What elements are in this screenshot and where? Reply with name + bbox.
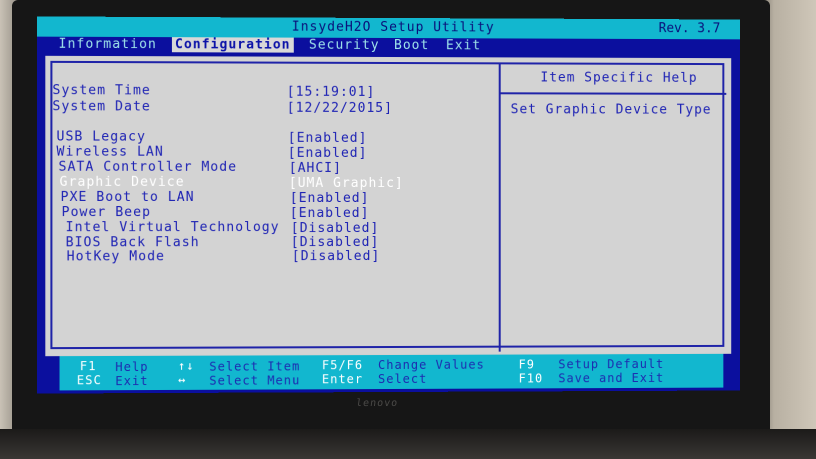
setting-label-intel-vt: Intel Virtual Technology — [65, 220, 280, 236]
setting-label-bios-back-flash: BIOS Back Flash — [65, 235, 200, 251]
menu-security[interactable]: Security — [306, 38, 383, 53]
menu-boot[interactable]: Boot — [391, 38, 432, 53]
setting-value-pxe-boot[interactable]: [Enabled] — [290, 191, 370, 206]
menu-information[interactable]: Information — [55, 37, 159, 52]
key-legend-bar: F1 Help ESC Exit ↑↓ Select Item ↔ Select… — [59, 353, 724, 391]
setting-label-graphic-device: Graphic Device — [59, 174, 185, 190]
key-enter-desc: Select — [377, 371, 428, 387]
setting-value-wireless-lan[interactable]: [Enabled] — [288, 146, 368, 161]
menu-bar: Information Configuration Security Boot … — [37, 37, 740, 56]
setting-value-power-beep[interactable]: [Enabled] — [290, 206, 370, 221]
revision-label: Rev. 3.7 — [658, 21, 721, 37]
setting-value-system-date[interactable]: [12/22/2015] — [287, 101, 393, 116]
laptop-base — [0, 429, 816, 459]
key-f9-desc: Setup Default — [558, 357, 665, 372]
key-esc-desc: Exit — [115, 373, 149, 389]
key-f1-desc: Help — [115, 359, 149, 375]
menu-configuration[interactable]: Configuration — [171, 37, 294, 53]
key-f9: F9 — [518, 357, 535, 372]
setting-label-wireless-lan: Wireless LAN — [56, 144, 164, 160]
setting-label-system-date: System Date — [52, 99, 151, 115]
bezel-brand-logo: lenovo — [355, 398, 399, 409]
key-f5-f6: F5/F6 — [321, 358, 364, 373]
help-title: Item Specific Help — [540, 70, 698, 86]
key-left-right: ↔ — [177, 372, 187, 387]
setting-value-intel-vt[interactable]: [Disabled] — [291, 221, 379, 236]
setting-value-bios-back-flash[interactable]: [Disabled] — [291, 235, 379, 250]
setting-value-hotkey-mode[interactable]: [Disabled] — [292, 249, 380, 264]
setting-value-sata-mode[interactable]: [AHCI] — [289, 161, 342, 176]
setting-label-usb-legacy: USB Legacy — [56, 129, 146, 145]
key-f1: F1 — [79, 359, 97, 374]
bios-screen: InsydeH2O Setup Utility Rev. 3.7 Informa… — [37, 16, 741, 394]
key-left-right-desc: Select Menu — [209, 373, 301, 388]
setting-label-pxe-boot: PXE Boot to LAN — [60, 189, 195, 205]
setting-label-sata-mode: SATA Controller Mode — [58, 159, 238, 175]
key-enter: Enter — [321, 372, 364, 387]
setting-label-power-beep: Power Beep — [61, 205, 151, 221]
key-f10-desc: Save and Exit — [558, 370, 665, 386]
menu-exit[interactable]: Exit — [443, 38, 484, 53]
help-text: Set Graphic Device Type — [510, 102, 712, 118]
key-f10: F10 — [518, 371, 544, 386]
key-up-down: ↑↓ — [177, 358, 195, 373]
setting-label-system-time: System Time — [52, 83, 151, 99]
setting-value-system-time[interactable]: [15:19:01] — [287, 85, 376, 100]
key-up-down-desc: Select Item — [209, 359, 301, 374]
app-title: InsydeH2O Setup Utility — [291, 19, 495, 36]
setting-label-hotkey-mode: HotKey Mode — [66, 249, 165, 265]
title-bar: InsydeH2O Setup Utility Rev. 3.7 — [37, 16, 741, 40]
setting-value-graphic-device[interactable]: [UMA Graphic] — [289, 176, 404, 191]
setting-value-usb-legacy[interactable]: [Enabled] — [288, 131, 368, 146]
key-esc: ESC — [76, 373, 102, 388]
key-f5-f6-desc: Change Values — [377, 357, 485, 373]
panel-divider — [498, 62, 501, 352]
settings-panel: System Time [15:19:01] System Date [12/2… — [45, 55, 732, 357]
